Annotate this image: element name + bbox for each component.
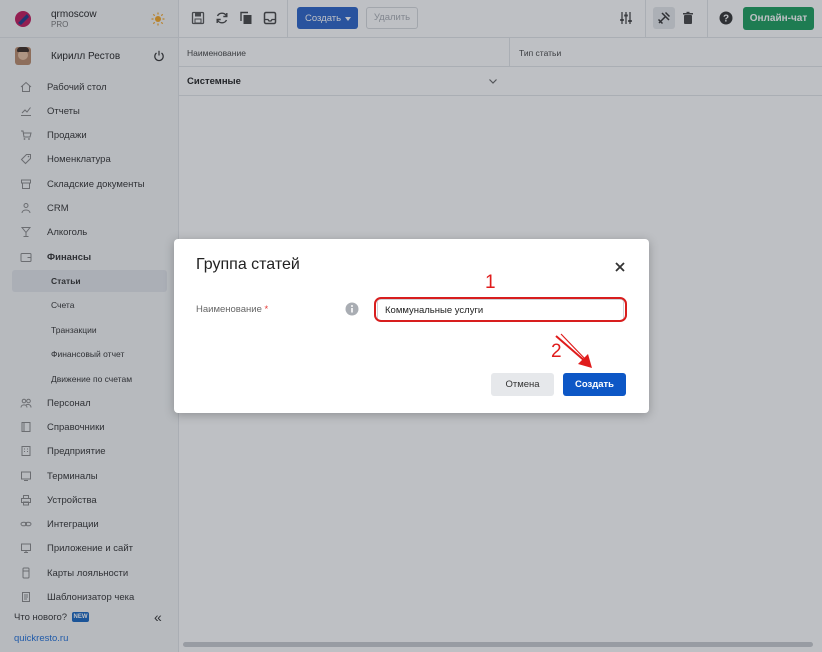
dialog-title: Группа статей [196, 256, 300, 273]
name-field-label: Наименование * [196, 304, 268, 315]
name-field-label-text: Наименование [196, 304, 262, 315]
create-button[interactable]: Создать [563, 373, 626, 396]
cancel-button[interactable]: Отмена [491, 373, 554, 396]
info-icon[interactable] [345, 302, 359, 316]
name-input[interactable] [377, 299, 624, 321]
article-group-dialog: Группа статей Наименование * Отмена Созд… [174, 239, 649, 413]
annotation-step-2: 2 [551, 341, 562, 362]
annotation-step-1: 1 [485, 272, 496, 293]
close-icon[interactable] [614, 261, 626, 273]
required-mark: * [264, 304, 269, 315]
